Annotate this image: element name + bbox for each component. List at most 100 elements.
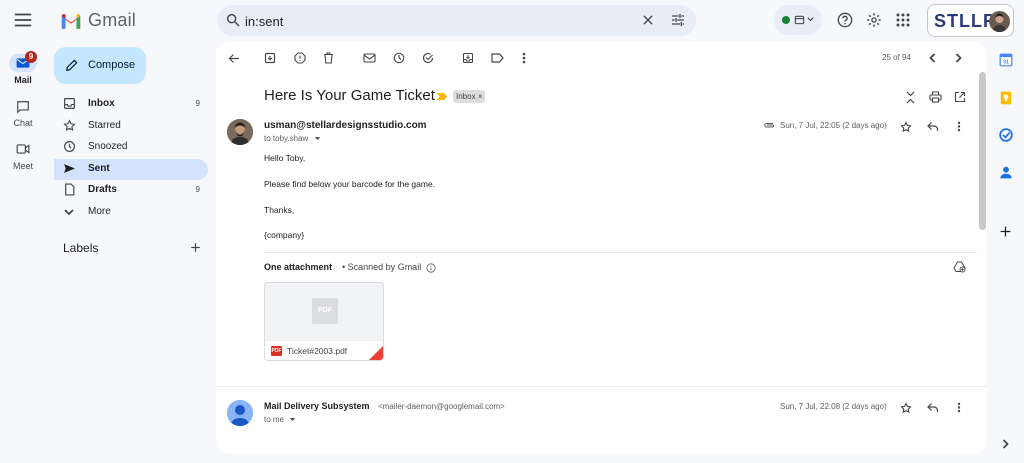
chevron-down-icon [63, 207, 75, 217]
add-task-icon[interactable] [422, 52, 435, 64]
star-icon[interactable] [900, 121, 912, 133]
importance-marker-icon[interactable] [436, 92, 448, 101]
divider [216, 386, 987, 387]
nav-item-snoozed[interactable]: Snoozed [54, 137, 208, 158]
nav-item-inbox[interactable]: Inbox 9 [54, 94, 208, 115]
reply-icon[interactable] [927, 402, 939, 413]
add-label-icon[interactable] [189, 241, 202, 254]
body-line: Thanks, [264, 205, 295, 215]
star-icon[interactable] [900, 402, 912, 414]
sender-avatar[interactable] [227, 400, 253, 426]
attachment-footer: PDF Ticket#2003.pdf [265, 340, 383, 360]
nav-item-sent[interactable]: Sent [54, 159, 208, 180]
search-bar[interactable] [217, 5, 696, 36]
clear-search-icon[interactable] [641, 13, 655, 27]
nav-label: Drafts [88, 184, 117, 195]
status-chip[interactable] [774, 5, 822, 35]
nav-item-starred[interactable]: Starred [54, 116, 208, 137]
settings-gear-icon[interactable] [866, 12, 882, 28]
sender-email: <mailer-daemon@googlemail.com> [378, 402, 505, 411]
rail-meet-label[interactable]: Meet [0, 161, 46, 171]
body-line: Hello Toby, [264, 153, 306, 163]
archive-icon[interactable] [264, 52, 276, 64]
clock-icon [63, 140, 76, 153]
attachment-card[interactable]: PDF PDF Ticket#2003.pdf [264, 282, 384, 361]
back-arrow-icon[interactable] [228, 53, 240, 64]
inbox-label-chip[interactable]: Inbox × [453, 90, 486, 103]
attachment-scan-status: • Scanned by Gmail [342, 262, 436, 273]
search-input[interactable] [245, 11, 625, 31]
recipient-text: to me [264, 415, 285, 424]
unread-badge: 9 [25, 51, 37, 63]
sender-email[interactable]: usman@stellardesignsstudio.com [264, 120, 427, 131]
meet-video-icon[interactable] [16, 143, 30, 155]
status-dot [782, 16, 790, 24]
prev-chevron-icon[interactable] [929, 53, 936, 63]
nav-item-more[interactable]: More [54, 202, 208, 223]
rail-mail-label: Mail [14, 75, 32, 85]
sender-name[interactable]: Mail Delivery Subsystem [264, 401, 370, 411]
recipient-line[interactable]: to me [264, 415, 296, 424]
body-line: {company} [264, 230, 305, 240]
remove-label-icon[interactable]: × [478, 92, 483, 101]
delete-trash-icon[interactable] [323, 52, 334, 64]
body-line: Please find below your barcode for the g… [264, 179, 436, 189]
sender-avatar[interactable] [227, 119, 253, 145]
recipient-line[interactable]: to toby.shaw [264, 134, 321, 143]
message-date: Sun, 7 Jul, 22:08 (2 days ago) [780, 402, 887, 411]
apps-grid-icon[interactable] [896, 13, 910, 27]
pencil-icon [65, 58, 79, 72]
rail-chat-label[interactable]: Chat [0, 118, 46, 128]
pdf-preview-icon: PDF [312, 298, 338, 324]
recipient-text: to toby.shaw [264, 134, 309, 143]
open-new-window-icon[interactable] [954, 91, 966, 103]
svg-text:31: 31 [1003, 60, 1009, 66]
thread-subject: Here Is Your Game Ticket [264, 87, 435, 104]
reply-icon[interactable] [927, 121, 939, 132]
account-avatar[interactable] [989, 11, 1010, 32]
compose-label: Compose [88, 59, 136, 71]
more-vertical-icon[interactable] [957, 402, 961, 413]
label-tag-icon[interactable] [491, 53, 504, 63]
chevron-down-icon [807, 16, 814, 22]
attachment-filename: Ticket#2003.pdf [287, 346, 348, 356]
add-to-drive-icon[interactable] [953, 261, 966, 273]
account-switcher[interactable]: STLLR [927, 4, 1014, 37]
attachment-clip-icon [763, 121, 776, 129]
nav-label: Starred [88, 120, 121, 131]
search-icon[interactable] [225, 12, 241, 28]
search-options-icon[interactable] [670, 12, 686, 28]
tasks-app-icon[interactable] [999, 128, 1013, 142]
calendar-status-icon [794, 14, 805, 25]
nav-item-drafts[interactable]: Drafts 9 [54, 180, 208, 201]
main-menu-button[interactable] [12, 9, 34, 31]
move-to-icon[interactable] [462, 52, 474, 64]
pdf-file-icon: PDF [271, 346, 282, 356]
page-fold-corner [369, 346, 383, 360]
collapse-all-icon[interactable] [905, 91, 916, 104]
more-vertical-icon[interactable] [522, 52, 526, 64]
compose-button[interactable]: Compose [54, 47, 146, 84]
print-icon[interactable] [929, 91, 942, 103]
calendar-app-icon[interactable]: 31 [999, 53, 1013, 67]
contacts-app-icon[interactable] [999, 165, 1013, 179]
more-vertical-icon[interactable] [957, 121, 961, 132]
nav-count: 9 [195, 99, 200, 108]
gmail-logo[interactable]: Gmail [60, 10, 136, 31]
expand-side-panel-icon[interactable] [1002, 439, 1009, 449]
next-chevron-icon[interactable] [955, 53, 962, 63]
chat-icon[interactable] [16, 100, 30, 114]
nav-count: 9 [195, 185, 200, 194]
snooze-clock-icon[interactable] [393, 52, 405, 64]
report-spam-icon[interactable] [294, 52, 306, 64]
star-icon [63, 119, 76, 132]
scrollbar-thumb[interactable] [979, 72, 986, 230]
recipient-details-chevron-icon[interactable] [289, 417, 296, 422]
add-app-plus-icon[interactable] [999, 225, 1012, 238]
info-icon[interactable] [426, 263, 436, 273]
gmail-m-icon [61, 14, 81, 29]
mark-unread-icon[interactable] [363, 52, 376, 64]
help-icon[interactable] [837, 12, 853, 28]
keep-notes-icon[interactable] [999, 91, 1013, 105]
recipient-details-chevron-icon[interactable] [314, 136, 321, 141]
